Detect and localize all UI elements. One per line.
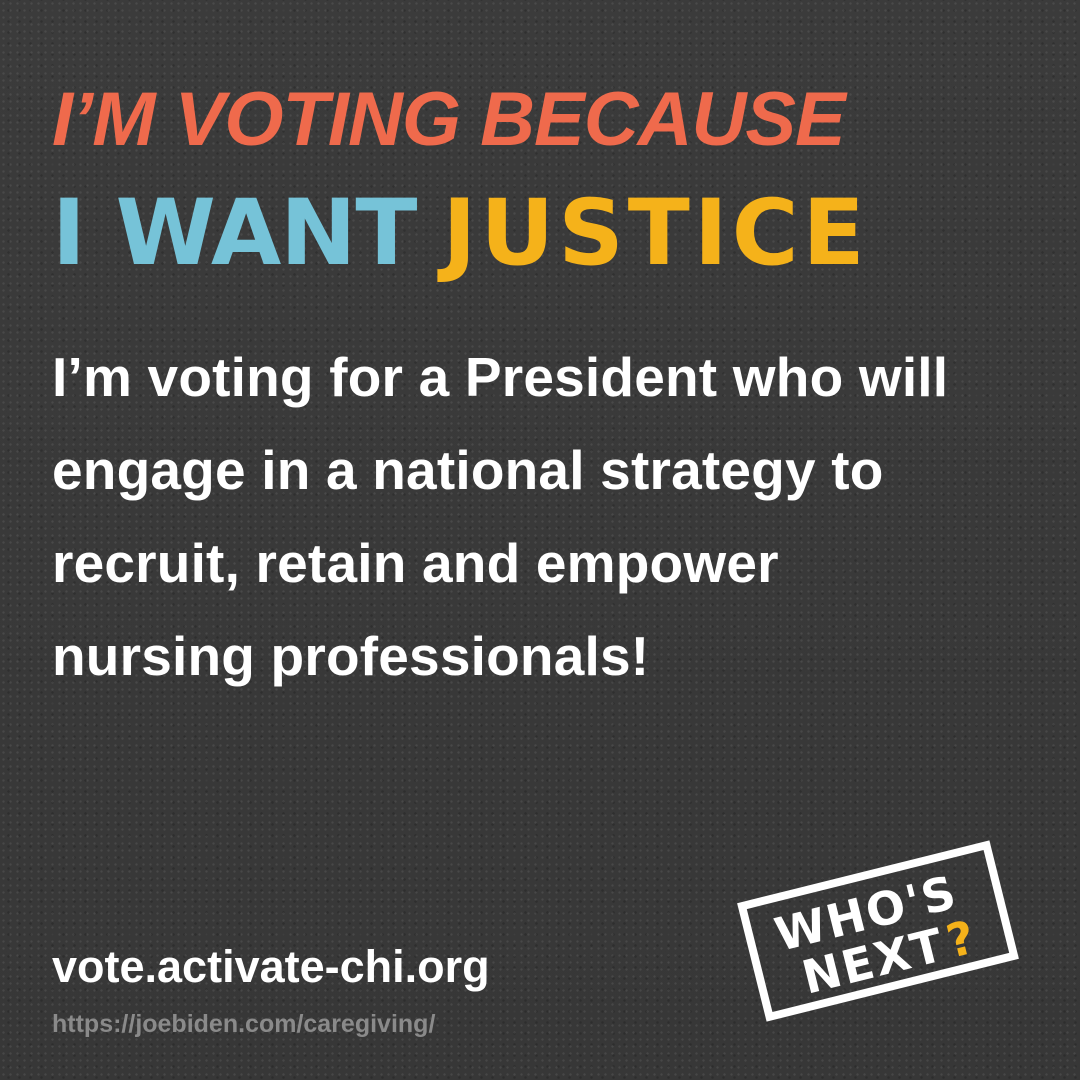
headline-want: I WANT xyxy=(52,181,417,286)
main-headline: I WANT JUSTICE xyxy=(52,188,869,279)
message-line-2: engage in a national strategy to xyxy=(52,439,884,501)
eyebrow-heading: I’M VOTING BECAUSE xyxy=(52,77,846,162)
message-body: I’m voting for a President who will enga… xyxy=(52,331,1032,703)
campaign-site-url: vote.activate-chi.org xyxy=(52,941,490,992)
message-line-3: recruit, retain and empower xyxy=(52,532,779,594)
voting-graphic: I’M VOTING BECAUSE I WANT JUSTICE I’m vot… xyxy=(0,0,1080,1080)
source-url: https://joebiden.com/caregiving/ xyxy=(52,1010,436,1038)
message-line-1: I’m voting for a President who will xyxy=(52,346,949,408)
headline-justice: JUSTICE xyxy=(442,181,869,286)
whos-next-stamp: WHO'S NEXT? xyxy=(737,840,1019,1022)
message-line-4: nursing professionals! xyxy=(52,625,650,687)
